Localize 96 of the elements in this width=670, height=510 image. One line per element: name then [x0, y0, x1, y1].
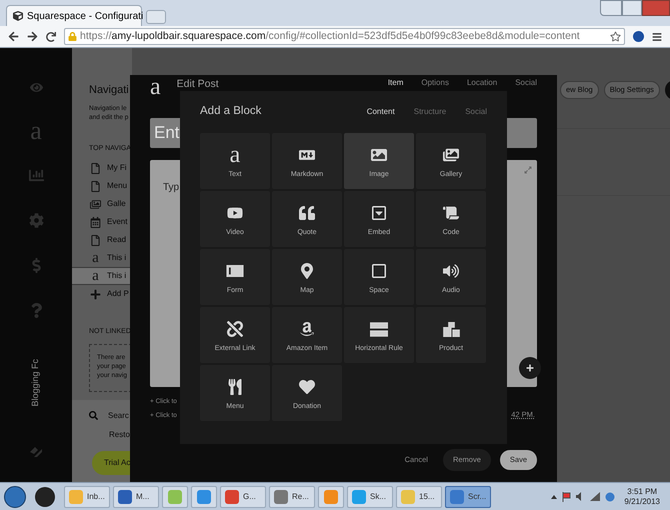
item-label: Galle [107, 198, 126, 210]
dialog-tab[interactable]: Item [388, 79, 404, 87]
logo-mark-icon [29, 446, 43, 458]
taskbar-label: 15... [419, 490, 435, 502]
gallery-icon [443, 147, 459, 163]
dialog-tab[interactable]: Location [466, 79, 498, 87]
logo-icon: a [150, 75, 161, 99]
taskbar-label: G... [243, 490, 256, 502]
settings-icon[interactable] [28, 213, 44, 228]
taskbar-button[interactable]: Inb... [64, 486, 110, 508]
letter-a-icon: a [230, 143, 240, 167]
taskbar-label: Inb... [87, 490, 105, 502]
start-button[interactable] [4, 486, 26, 508]
tab-title: Squarespace - Configurati [27, 10, 144, 24]
caret-up-icon[interactable] [551, 494, 558, 498]
minimize-button[interactable] [600, 0, 622, 16]
add-block-button[interactable] [519, 357, 541, 379]
dialog-title: Edit Post [176, 79, 219, 90]
taskbar-button[interactable]: G... [220, 486, 266, 508]
item-label: My Fi [107, 162, 127, 174]
taskbar-button[interactable]: M... [113, 486, 159, 508]
taskbar-button[interactable] [318, 486, 344, 508]
taskbar-button[interactable] [162, 486, 188, 508]
signal-icon[interactable] [590, 492, 600, 501]
close-window-button[interactable] [642, 0, 670, 16]
form-field-icon [226, 265, 244, 277]
menu-icon[interactable] [652, 32, 662, 42]
fork-knife-icon [227, 379, 243, 395]
panel-tab[interactable]: Content [366, 106, 395, 118]
taskbar-button[interactable]: 15... [396, 486, 442, 508]
browser-tab[interactable]: Squarespace - Configurati [6, 5, 142, 26]
image-icon [371, 147, 387, 163]
amazon-icon [299, 321, 315, 337]
letter-a-icon: a [92, 268, 99, 284]
taskbar-button[interactable]: Sk... [347, 486, 393, 508]
calendar-icon [90, 216, 101, 228]
item-label: Add P [107, 288, 129, 300]
page-icon [90, 162, 101, 174]
network-icon[interactable] [605, 492, 616, 502]
gallery-icon [90, 198, 101, 210]
body-placeholder: Typ [163, 181, 180, 195]
help-icon[interactable] [28, 303, 44, 318]
scroll-icon [443, 205, 459, 221]
broken-link-icon [227, 321, 243, 337]
eye-icon[interactable] [30, 81, 42, 94]
new-tab-button[interactable] [146, 10, 166, 24]
restore-link[interactable]: Resto [89, 428, 132, 440]
panel-title: Add a Block [200, 104, 262, 120]
back-icon[interactable] [8, 31, 19, 42]
dialog-tab[interactable]: Options [421, 79, 449, 87]
taskbar-label: Sk... [370, 490, 386, 502]
page-icon [90, 234, 101, 246]
navigation-item[interactable]: a This i [72, 267, 132, 285]
reload-icon[interactable] [46, 32, 56, 42]
embed-icon [371, 205, 387, 221]
quote-icon [299, 205, 315, 221]
taskbar-label: Re... [292, 490, 309, 502]
url-text: https://amy-lupoldbair.squarespace.com/config/#collectionId=523df5d5e4b0f99c83eebe8d&module=content [80, 28, 580, 44]
letter-a-icon: a [92, 250, 99, 266]
item-label: Menu [107, 180, 128, 192]
map-pin-icon [299, 263, 315, 279]
bar-chart-icon[interactable] [28, 168, 44, 183]
taskbar-button[interactable]: Re... [269, 486, 315, 508]
search-field[interactable]: Searc [108, 410, 129, 422]
page-icon [90, 180, 101, 192]
extension-icon[interactable] [633, 31, 644, 42]
plus-icon [526, 364, 534, 372]
forward-icon[interactable] [27, 31, 38, 42]
taskbar-label: M... [136, 490, 150, 502]
item-label: This i [107, 252, 126, 264]
clock-date: 9/21/2013 [624, 496, 660, 506]
item-label: Event [107, 216, 128, 228]
boxes-icon [442, 322, 460, 336]
cube-icon [13, 11, 23, 21]
star-icon[interactable] [610, 31, 621, 42]
trial-button[interactable]: Trial Ac [92, 450, 132, 474]
item-label: This i [107, 270, 126, 282]
taskbar-label: Scr... [468, 490, 486, 502]
search-icon [89, 411, 98, 420]
speaker-icon [443, 263, 459, 279]
flag-icon[interactable] [562, 492, 572, 502]
maximize-button[interactable] [622, 0, 642, 16]
clock-time: 3:51 PM [627, 486, 658, 496]
item-label: Read [107, 234, 126, 246]
heart-icon [299, 379, 315, 395]
address-field[interactable]: https://amy-lupoldbair.squarespace.com/config/#collectionId=523df5d5e4b0f99c83eebe8d&module=content [64, 28, 625, 45]
lock-icon [68, 32, 77, 41]
taskbar-button[interactable] [191, 486, 217, 508]
markdown-icon [299, 147, 315, 163]
site-name: Blogging Fc [29, 359, 42, 407]
taskbar-button[interactable]: Scr... [445, 486, 491, 508]
plus-icon [90, 288, 101, 300]
expand-icon[interactable] [524, 166, 532, 174]
dialog-tab[interactable]: Social [515, 79, 537, 87]
panel-title: Navigati [89, 83, 130, 98]
play-button-icon [227, 205, 243, 221]
